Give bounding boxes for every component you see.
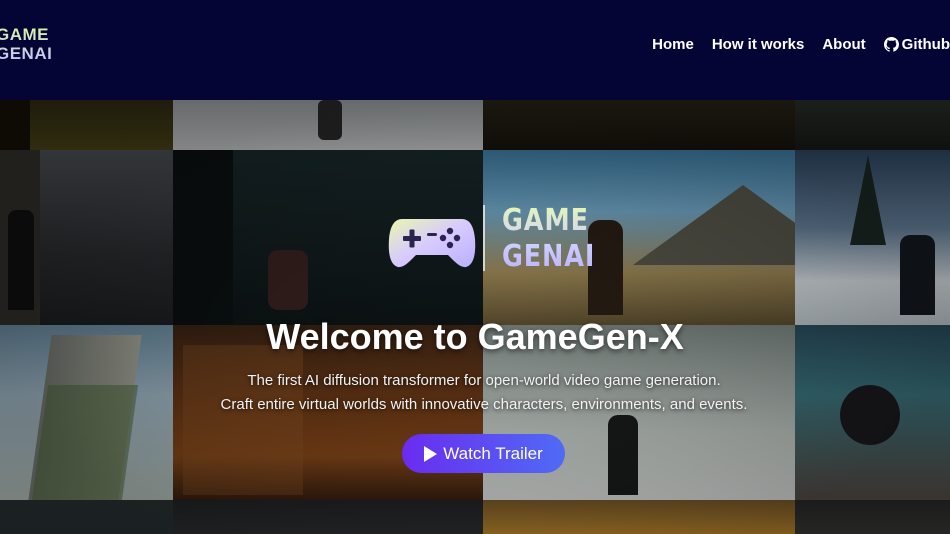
top-navbar: GAME GENAI Home How it works About Githu… [0,0,950,100]
play-icon [424,445,438,462]
hero-subtitle-line2: Craft entire virtual worlds with innovat… [220,396,748,413]
gamepad-icon [388,219,476,268]
hero-logo-line1: GAME [502,203,589,238]
hero-logo-line2: GENAI [502,239,596,274]
nav-github-label: Github [901,36,950,53]
brand-logo-line2: GENAI [0,44,53,63]
watch-trailer-button[interactable]: Watch Trailer [402,434,565,473]
nav-home-link[interactable]: Home [652,36,694,53]
brand-logo-line1: GAME [0,25,49,44]
nav-how-it-works-link[interactable]: How it works [712,36,805,53]
nav-github-link[interactable]: Github [883,36,950,53]
watch-trailer-label: Watch Trailer [443,443,543,463]
hero-logo: GAME GENAI [388,203,588,273]
hero-title: Welcome to GameGen-X [266,316,684,357]
nav-about-link[interactable]: About [822,36,865,53]
github-icon [883,37,899,52]
brand-logo[interactable]: GAME GENAI [0,25,52,63]
hero-subtitle-line1: The first AI diffusion transformer for o… [247,372,721,389]
nav-links: Home How it works About Github [652,36,950,53]
hero-logo-text: GAME GENAI [502,203,595,275]
logo-divider [483,205,485,271]
